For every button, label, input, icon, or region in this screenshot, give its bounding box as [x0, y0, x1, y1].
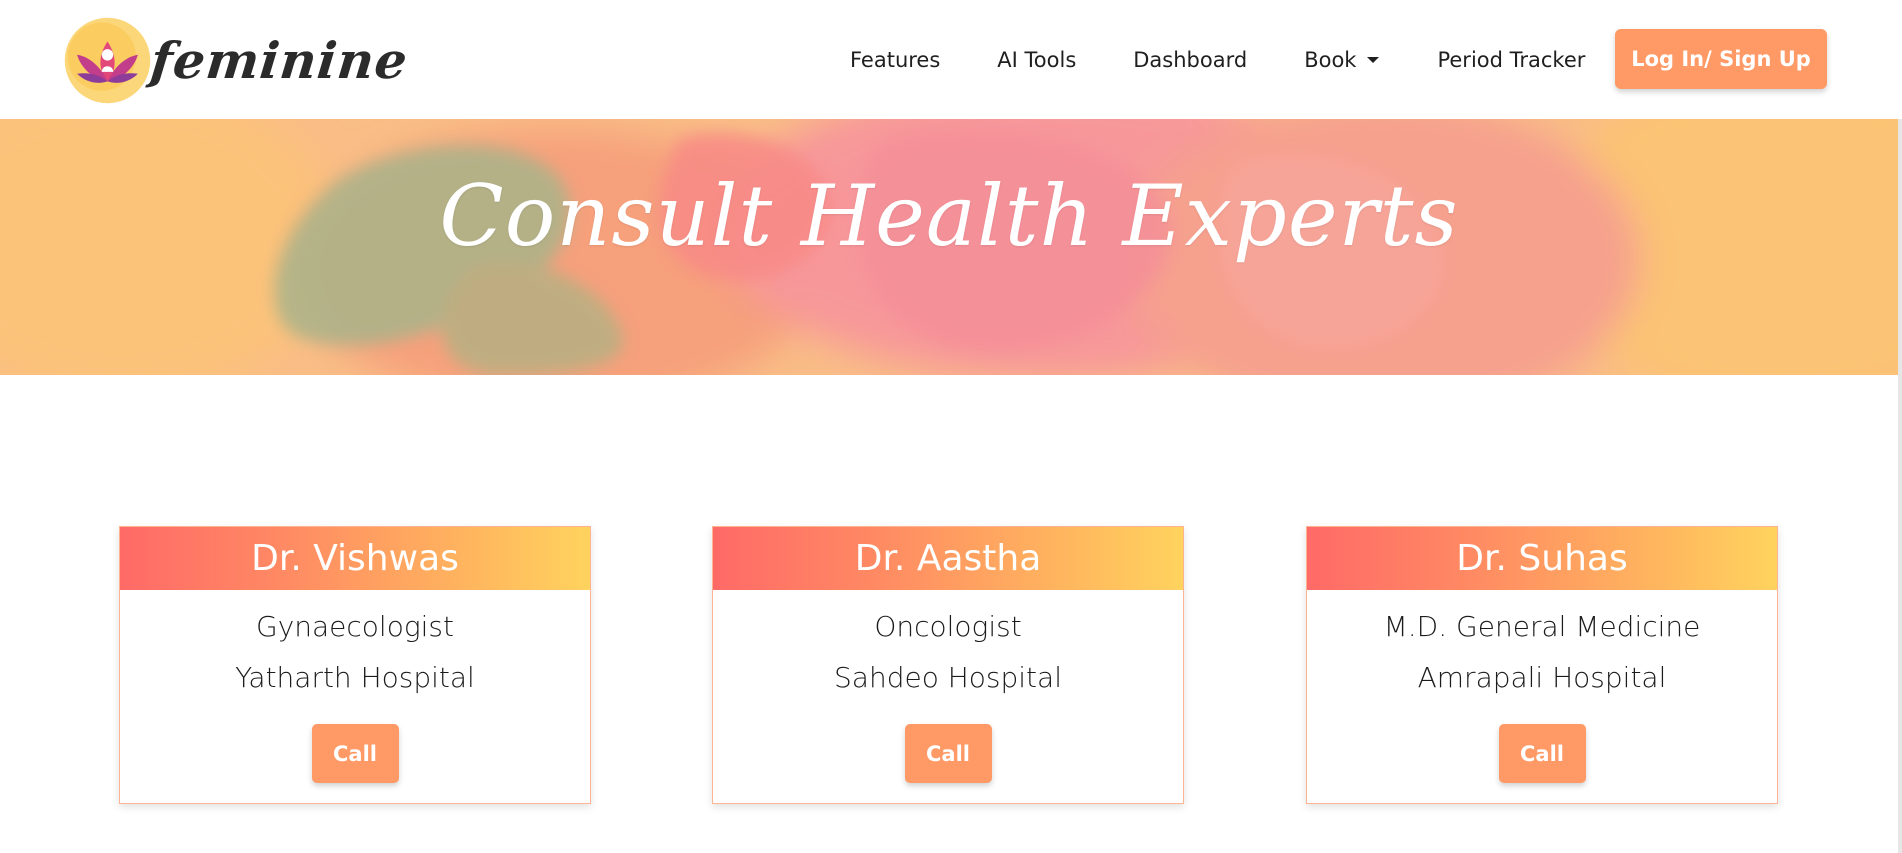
doctor-card: Dr. Vishwas Gynaecologist Yatharth Hospi… — [119, 526, 591, 804]
brand-logo-link[interactable]: feminine — [60, 10, 411, 110]
hero-banner: Consult Health Experts — [0, 119, 1898, 375]
doctor-card: Dr. Aastha Oncologist Sahdeo Hospital Ca… — [712, 526, 1184, 804]
nav-item-label: Dashboard — [1133, 47, 1248, 72]
caret-down-icon — [1367, 56, 1380, 63]
nav-item-label: AI Tools — [997, 47, 1077, 72]
nav-item-ai-tools[interactable]: AI Tools — [997, 48, 1076, 72]
nav-item-label: Period Tracker — [1437, 47, 1586, 72]
navbar: feminine Features AI Tools Dashboard Boo… — [0, 0, 1902, 119]
brand-name: feminine — [147, 30, 411, 90]
doctor-hospital: Amrapali Hospital — [1417, 661, 1667, 694]
nav-item-features[interactable]: Features — [850, 48, 940, 72]
scrollbar[interactable] — [1898, 119, 1902, 853]
page-title: Consult Health Experts — [439, 167, 1459, 265]
page: feminine Features AI Tools Dashboard Boo… — [0, 0, 1902, 853]
doctor-hospital: Yatharth Hospital — [235, 661, 475, 694]
call-button[interactable]: Call — [904, 724, 992, 783]
lotus-woman-logo-icon — [64, 17, 151, 103]
doctor-specialty: Oncologist — [874, 610, 1022, 643]
call-button[interactable]: Call — [311, 724, 399, 783]
nav-item-dashboard[interactable]: Dashboard — [1133, 48, 1247, 72]
doctor-name: Dr. Aastha — [713, 527, 1183, 590]
doctor-card: Dr. Suhas M.D. General Medicine Amrapali… — [1306, 526, 1778, 804]
nav-item-label: Book — [1304, 47, 1357, 72]
doctor-hospital: Sahdeo Hospital — [834, 661, 1062, 694]
doctor-specialty: M.D. General Medicine — [1383, 610, 1701, 643]
nav-item-label: Features — [850, 47, 941, 72]
call-button[interactable]: Call — [1498, 724, 1586, 783]
doctor-name: Dr. Vishwas — [120, 527, 590, 590]
main-nav: Features AI Tools Dashboard Book Period … — [850, 0, 1642, 119]
login-signup-button[interactable]: Log In/ Sign Up — [1615, 29, 1827, 89]
nav-item-period-tracker[interactable]: Period Tracker — [1437, 48, 1585, 72]
doctor-name: Dr. Suhas — [1307, 527, 1777, 590]
nav-item-book-dropdown[interactable]: Book — [1304, 48, 1380, 72]
doctor-specialty: Gynaecologist — [256, 610, 454, 643]
